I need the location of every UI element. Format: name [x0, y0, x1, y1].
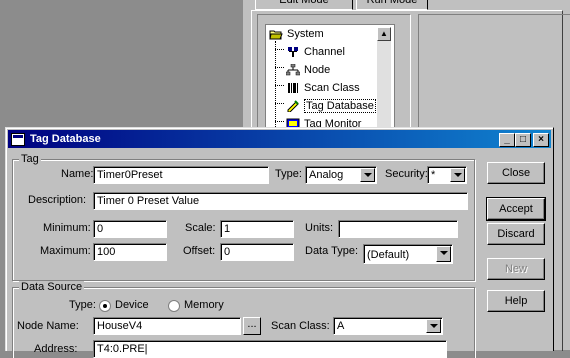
scan-class-icon [288, 83, 298, 94]
security-select[interactable]: * [427, 166, 467, 184]
tree-connector [275, 67, 284, 68]
tab-edit-mode[interactable]: Edit Mode [255, 0, 353, 10]
device-radio-label[interactable]: Device [115, 299, 149, 311]
tree-item-label: System [287, 28, 324, 40]
tree-item-channel[interactable]: Channel [286, 44, 345, 60]
chevron-down-icon[interactable] [436, 246, 451, 262]
discard-button[interactable]: Discard [487, 223, 545, 245]
datatype-select[interactable]: (Default) [363, 244, 453, 264]
type-select-value: Analog [309, 169, 344, 181]
tree-item-node[interactable]: Node [286, 62, 330, 78]
security-label: Security: [385, 168, 428, 180]
scan-class-select[interactable]: A [333, 317, 443, 335]
tree-item-label: Node [304, 64, 331, 76]
maximum-field[interactable]: 100 [93, 243, 167, 261]
tree-connector [275, 121, 284, 122]
tab-run-mode[interactable]: Run Mode [356, 0, 428, 10]
minimum-label: Minimum: [43, 222, 91, 234]
close-window-button[interactable]: × [533, 133, 549, 147]
tree-item-tag-database[interactable]: Tag Database [286, 98, 376, 114]
address-field[interactable]: T4:0.PRE| [93, 340, 447, 358]
browse-node-button[interactable]: ... [243, 317, 261, 335]
dialog-title: Tag Database [30, 133, 101, 145]
description-field[interactable]: Timer 0 Preset Value [93, 192, 468, 210]
scroll-up-button[interactable]: ▲ [377, 27, 391, 41]
help-button[interactable]: Help [487, 290, 545, 312]
accept-button[interactable]: Accept [486, 197, 546, 221]
chevron-down-icon[interactable] [426, 319, 441, 333]
tree-connector [275, 103, 284, 104]
tree-connector [275, 85, 284, 86]
close-button[interactable]: Close [487, 162, 545, 184]
tag-database-dialog: Tag Database _ □ × Tag Name: Timer0Prese… [5, 127, 554, 358]
chevron-down-icon[interactable] [450, 168, 465, 182]
project-tree[interactable]: System Channel Node Scan Class Tag Datab… [265, 24, 395, 136]
channel-icon [288, 47, 298, 58]
tree-item-label: Scan Class [304, 82, 360, 94]
security-select-value: * [431, 169, 436, 181]
units-label: Units: [305, 222, 334, 234]
tree-item-label: Tag Database [304, 99, 376, 113]
tag-group-label: Tag [19, 153, 41, 165]
tag-groupbox: Tag Name: Timer0Preset Type: Analog Secu… [12, 153, 475, 281]
source-type-label: Type: [69, 299, 96, 311]
tree-scrollbar[interactable]: ▲ [377, 27, 391, 131]
name-label: Name: [61, 168, 94, 180]
data-source-group-label: Data Source [19, 281, 85, 293]
maximize-button[interactable]: □ [515, 133, 531, 147]
datatype-select-value: (Default) [367, 249, 410, 261]
name-field[interactable]: Timer0Preset [93, 166, 269, 184]
type-label: Type: [275, 168, 302, 180]
scale-label: Scale: [185, 222, 216, 234]
address-label: Address: [34, 343, 78, 355]
minimize-button[interactable]: _ [499, 133, 515, 147]
scale-field[interactable]: 1 [220, 220, 294, 238]
node-name-label: Node Name: [17, 320, 79, 332]
node-name-field[interactable]: HouseV4 [93, 317, 241, 335]
description-label: Description: [28, 194, 87, 206]
maximum-label: Maximum: [40, 245, 91, 257]
tree-item-scan-class[interactable]: Scan Class [286, 80, 360, 96]
dialog-titlebar[interactable]: Tag Database _ □ × [8, 130, 551, 148]
datatype-label: Data Type: [305, 245, 358, 257]
tag-database-icon [287, 100, 299, 113]
window-icon [11, 133, 25, 146]
mode-tabstrip: Edit Mode Run Mode [243, 0, 570, 10]
data-source-groupbox: Data Source Type: Device Memory Node Nam… [12, 281, 475, 358]
offset-field[interactable]: 0 [220, 243, 294, 261]
tree-item-system[interactable]: System [269, 26, 324, 42]
tree-connector [275, 49, 284, 50]
tree-item-label: Channel [304, 46, 345, 58]
memory-radio-label[interactable]: Memory [184, 299, 224, 311]
memory-radio[interactable] [168, 300, 180, 312]
units-field[interactable] [338, 220, 458, 238]
folder-open-icon [269, 30, 283, 40]
scan-class-select-value: A [337, 320, 345, 332]
scan-class-label: Scan Class: [271, 320, 330, 332]
chevron-down-icon[interactable] [360, 168, 375, 182]
new-button[interactable]: New [487, 258, 545, 280]
type-select[interactable]: Analog [305, 166, 377, 184]
device-radio[interactable] [99, 300, 111, 312]
node-icon [286, 64, 300, 76]
offset-label: Offset: [183, 245, 216, 257]
minimum-field[interactable]: 0 [93, 220, 167, 238]
